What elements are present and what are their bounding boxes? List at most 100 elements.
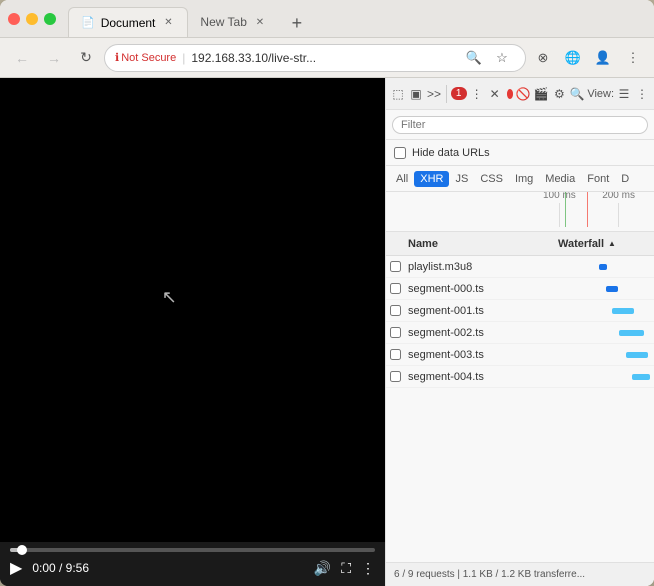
address-icons: 🔍 ☆ bbox=[461, 45, 515, 71]
document-tab-icon: 📄 bbox=[81, 16, 95, 29]
row-check[interactable] bbox=[386, 261, 404, 272]
profile-btn[interactable]: 👤 bbox=[590, 45, 616, 71]
tab-newtab-label: New Tab bbox=[200, 15, 246, 29]
row-check[interactable] bbox=[386, 327, 404, 338]
type-tab-img[interactable]: Img bbox=[509, 171, 539, 187]
filter-input[interactable] bbox=[392, 116, 648, 134]
close-traffic-light[interactable] bbox=[8, 13, 20, 25]
title-bar: 📄 Document ✕ New Tab ✕ + bbox=[0, 0, 654, 38]
type-tab-doc[interactable]: D bbox=[615, 171, 635, 187]
fullscreen-button[interactable]: ⛶ bbox=[341, 560, 351, 577]
row-waterfall bbox=[554, 344, 654, 365]
extensions-btn[interactable]: ⊗ bbox=[530, 45, 556, 71]
translate-btn[interactable]: 🌐 bbox=[560, 45, 586, 71]
row-waterfall bbox=[554, 278, 654, 299]
table-row[interactable]: segment-001.ts bbox=[386, 300, 654, 322]
table-row[interactable]: segment-002.ts bbox=[386, 322, 654, 344]
table-row[interactable]: playlist.m3u8 bbox=[386, 256, 654, 278]
more-options-button[interactable]: ⋮ bbox=[361, 560, 375, 577]
hide-data-urls-row: Hide data URLs bbox=[386, 140, 654, 166]
screenshot-btn[interactable]: 🎬 bbox=[533, 82, 549, 106]
type-tab-font[interactable]: Font bbox=[581, 171, 615, 187]
browser-window: 📄 Document ✕ New Tab ✕ + ← → ↻ ℹ Not Sec… bbox=[0, 0, 654, 586]
row-waterfall bbox=[554, 322, 654, 343]
timeline-ticks: 100 ms 200 ms bbox=[506, 192, 654, 231]
row-name: segment-002.ts bbox=[404, 327, 554, 339]
view-list-btn[interactable]: ☰ bbox=[616, 82, 632, 106]
new-tab-button[interactable]: + bbox=[283, 9, 311, 37]
more-panels-btn[interactable]: >> bbox=[426, 82, 442, 106]
header-name[interactable]: Name bbox=[404, 238, 554, 250]
tab-document-label: Document bbox=[101, 16, 156, 30]
video-viewport[interactable]: ↖ bbox=[0, 78, 385, 542]
row-check[interactable] bbox=[386, 349, 404, 360]
record-button[interactable] bbox=[507, 89, 514, 99]
address-input[interactable]: ℹ Not Secure | 192.168.33.10/live-str...… bbox=[104, 44, 526, 72]
row-check[interactable] bbox=[386, 305, 404, 316]
time-display: 0:00 / 9:56 bbox=[32, 561, 89, 575]
toolbar-separator bbox=[446, 85, 447, 103]
filter-toggle-btn[interactable]: ⚙ bbox=[551, 82, 567, 106]
search-icon-btn[interactable]: 🔍 bbox=[461, 45, 487, 71]
network-table-header: Name Waterfall ▲ bbox=[386, 232, 654, 256]
not-secure-label: Not Secure bbox=[121, 52, 176, 64]
maximize-traffic-light[interactable] bbox=[44, 13, 56, 25]
row-name: segment-000.ts bbox=[404, 283, 554, 295]
status-text: 6 / 9 requests | 1.1 KB / 1.2 KB transfe… bbox=[394, 569, 585, 580]
bookmark-icon-btn[interactable]: ☆ bbox=[489, 45, 515, 71]
video-player-area: ↖ ▶ 0:00 / 9:56 🔊 ⛶ ⋮ bbox=[0, 78, 385, 586]
reload-button[interactable]: ↻ bbox=[72, 44, 100, 72]
row-waterfall bbox=[554, 366, 654, 387]
tab-document[interactable]: 📄 Document ✕ bbox=[68, 7, 188, 37]
close-devtools-btn[interactable]: ✕ bbox=[487, 82, 503, 106]
devtools-panel: ⬚ ▣ >> 1 ⋮ ✕ 🚫 🎬 ⚙ 🔍 View: ☰ ⋮ bbox=[385, 78, 654, 586]
info-icon: ℹ bbox=[115, 51, 119, 64]
tab-document-close[interactable]: ✕ bbox=[161, 16, 175, 30]
row-name: segment-001.ts bbox=[404, 305, 554, 317]
table-row[interactable]: segment-003.ts bbox=[386, 344, 654, 366]
clear-btn[interactable]: 🚫 bbox=[515, 82, 531, 106]
table-row[interactable]: segment-004.ts bbox=[386, 366, 654, 388]
type-tab-xhr[interactable]: XHR bbox=[414, 171, 449, 187]
row-waterfall bbox=[554, 300, 654, 321]
type-tab-css[interactable]: CSS bbox=[474, 171, 509, 187]
console-panel-btn[interactable]: ▣ bbox=[408, 82, 424, 106]
row-waterfall bbox=[554, 256, 654, 277]
row-check[interactable] bbox=[386, 283, 404, 294]
progress-bar[interactable] bbox=[10, 548, 375, 552]
more-options-btn[interactable]: ⋮ bbox=[469, 82, 485, 106]
error-badge: 1 bbox=[451, 87, 467, 100]
address-bar: ← → ↻ ℹ Not Secure | 192.168.33.10/live-… bbox=[0, 38, 654, 78]
type-filter-tabs: All XHR JS CSS Img Media Font D bbox=[386, 166, 654, 192]
type-tab-media[interactable]: Media bbox=[539, 171, 581, 187]
row-name: segment-003.ts bbox=[404, 349, 554, 361]
view-more-btn[interactable]: ⋮ bbox=[634, 82, 650, 106]
cursor-icon: ↖ bbox=[162, 287, 177, 308]
back-button[interactable]: ← bbox=[8, 44, 36, 72]
traffic-lights bbox=[8, 13, 56, 25]
play-button[interactable]: ▶ bbox=[10, 558, 22, 578]
devtools-toolbar: ⬚ ▣ >> 1 ⋮ ✕ 🚫 🎬 ⚙ 🔍 View: ☰ ⋮ bbox=[386, 78, 654, 110]
not-secure-indicator: ℹ Not Secure bbox=[115, 51, 176, 64]
main-content: ↖ ▶ 0:00 / 9:56 🔊 ⛶ ⋮ ⬚ bbox=[0, 78, 654, 586]
tick-100ms: 100 ms bbox=[543, 192, 576, 201]
elements-panel-btn[interactable]: ⬚ bbox=[390, 82, 406, 106]
menu-btn[interactable]: ⋮ bbox=[620, 45, 646, 71]
table-row[interactable]: segment-000.ts bbox=[386, 278, 654, 300]
tab-new-tab[interactable]: New Tab ✕ bbox=[188, 7, 278, 37]
header-waterfall[interactable]: Waterfall ▲ bbox=[554, 238, 654, 250]
search-btn[interactable]: 🔍 bbox=[569, 82, 585, 106]
type-tab-js[interactable]: JS bbox=[449, 171, 474, 187]
row-check[interactable] bbox=[386, 371, 404, 382]
type-tab-all[interactable]: All bbox=[390, 171, 414, 187]
forward-button[interactable]: → bbox=[40, 44, 68, 72]
progress-thumb[interactable] bbox=[17, 545, 27, 555]
tab-newtab-close[interactable]: ✕ bbox=[253, 15, 267, 29]
tabs-container: 📄 Document ✕ New Tab ✕ + bbox=[68, 0, 646, 37]
hide-data-urls-checkbox[interactable] bbox=[394, 147, 406, 159]
network-rows: playlist.m3u8 segment-000.ts segment-001… bbox=[386, 256, 654, 562]
controls-row: ▶ 0:00 / 9:56 🔊 ⛶ ⋮ bbox=[10, 558, 375, 578]
volume-button[interactable]: 🔊 bbox=[314, 560, 331, 577]
minimize-traffic-light[interactable] bbox=[26, 13, 38, 25]
row-name: playlist.m3u8 bbox=[404, 261, 554, 273]
